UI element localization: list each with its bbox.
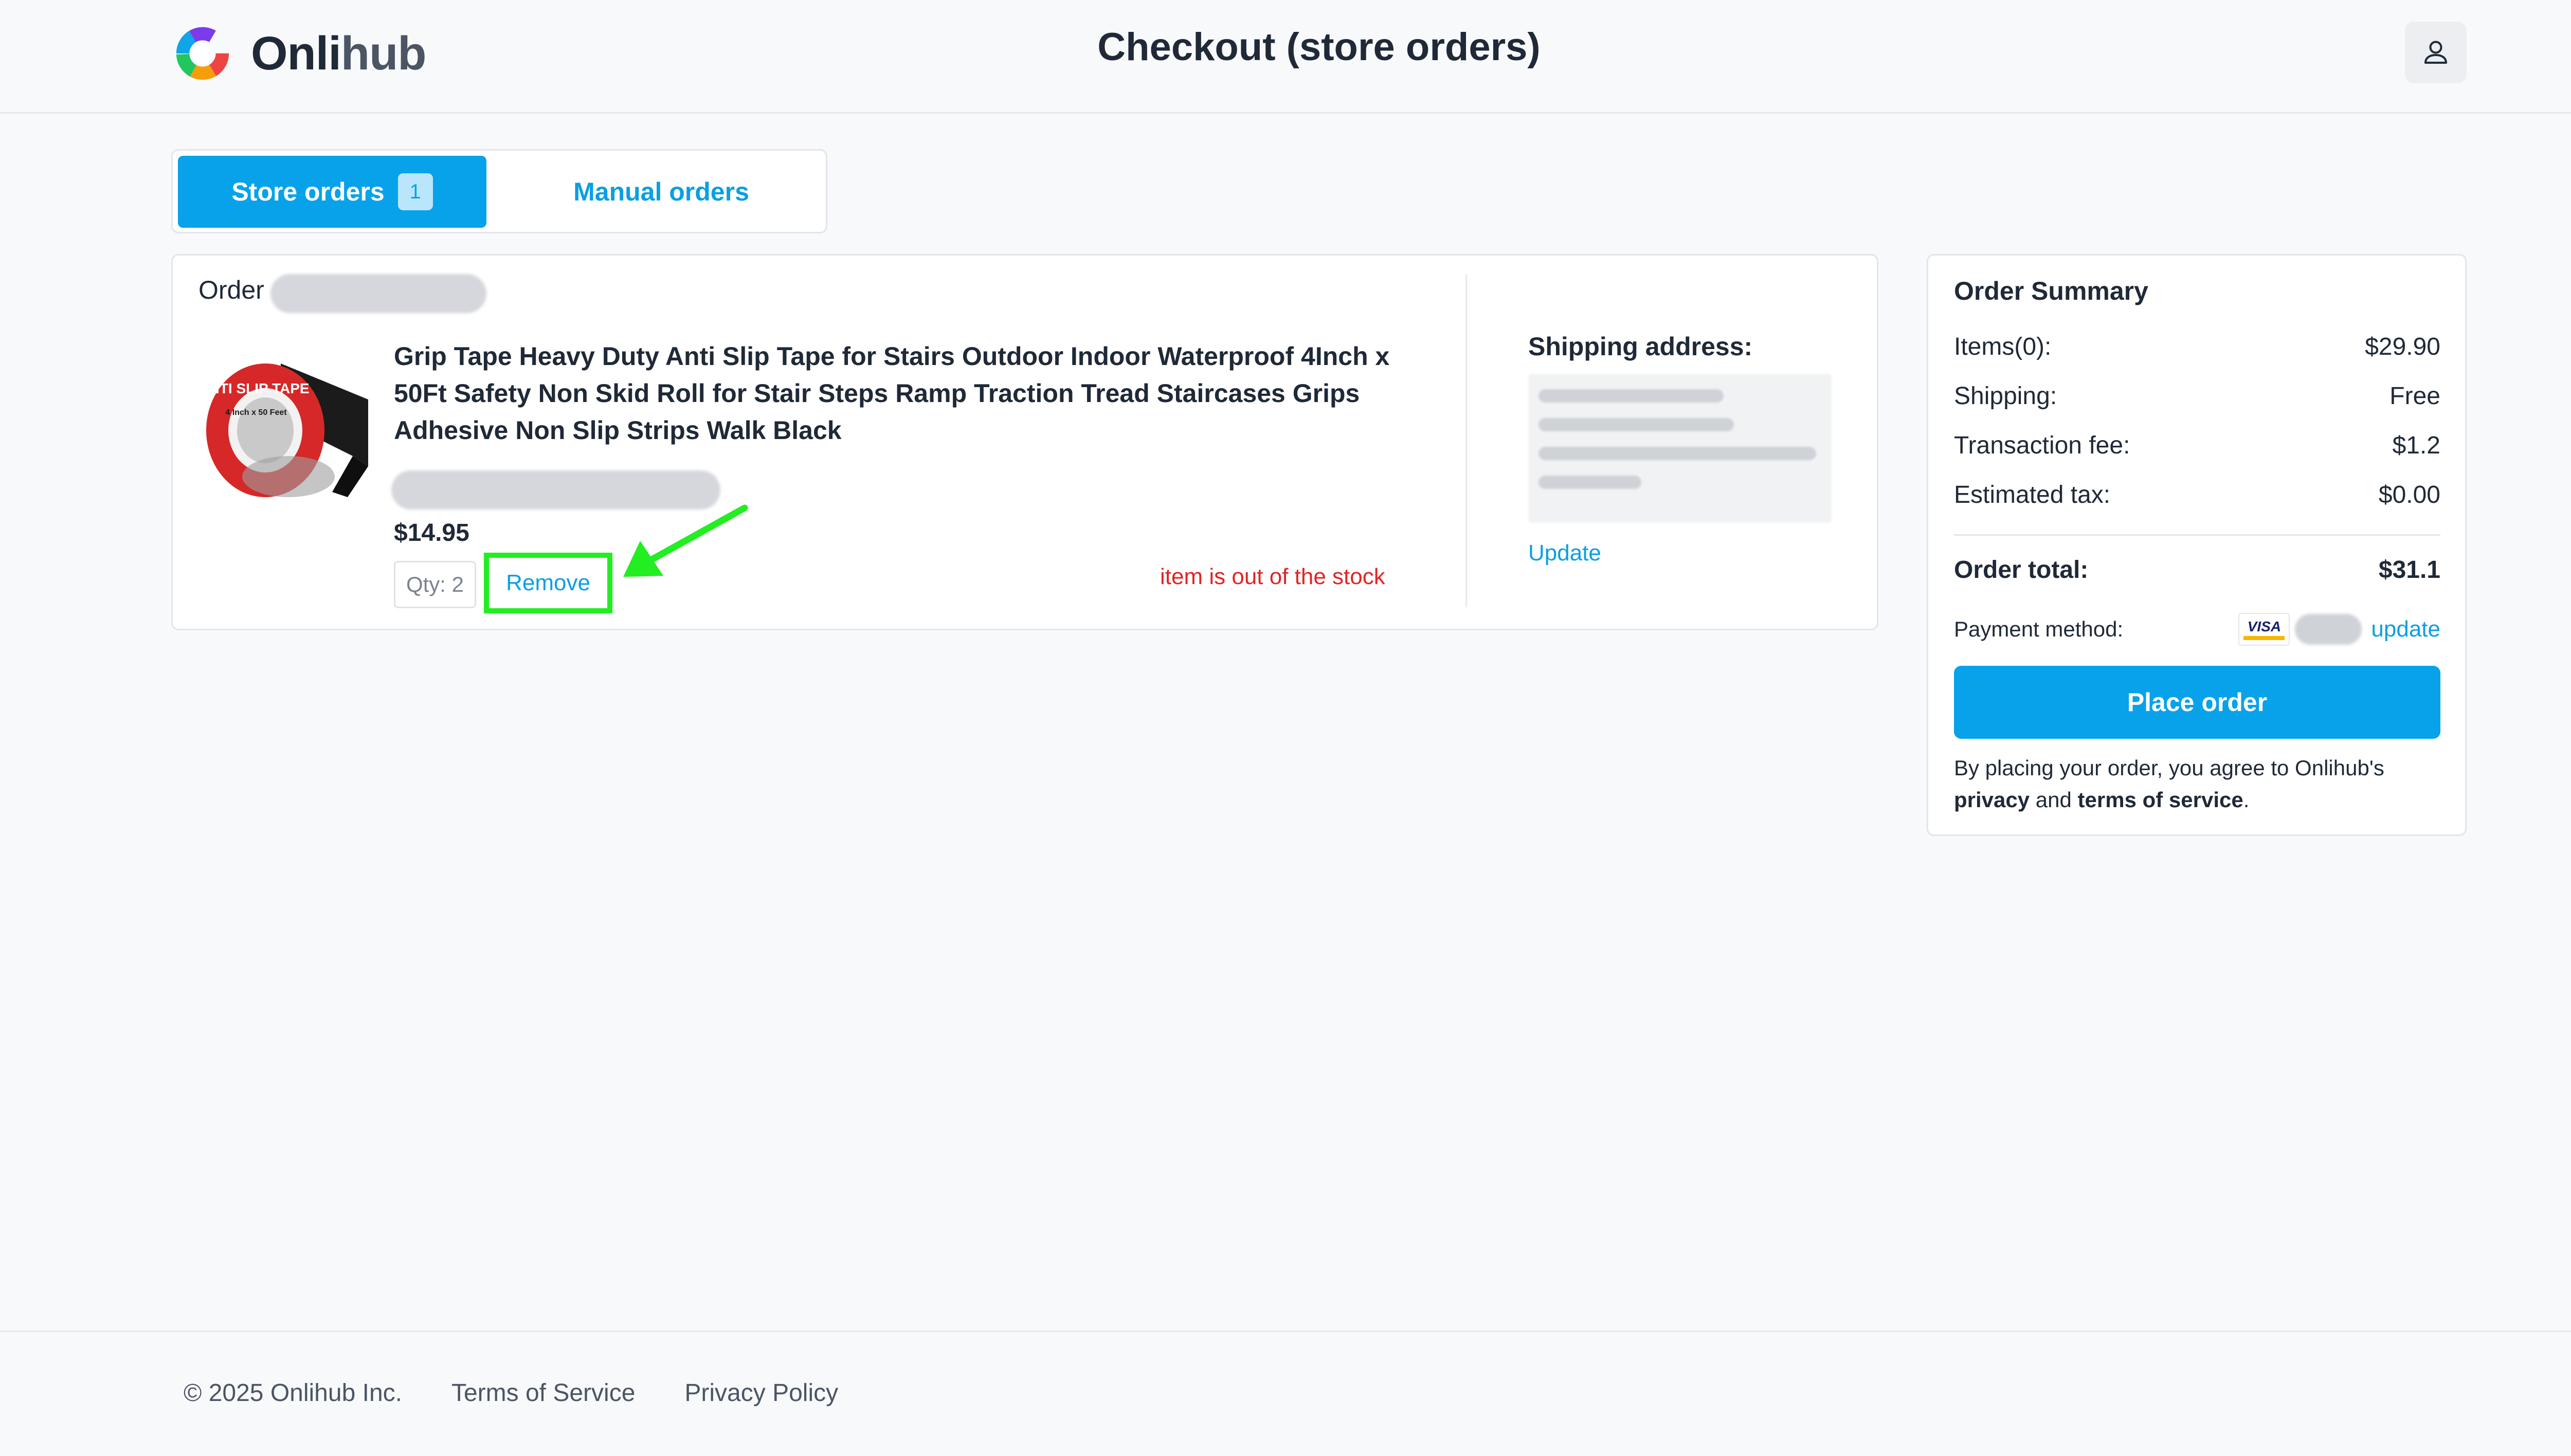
- out-of-stock-message: item is out of the stock: [1160, 564, 1385, 589]
- quantity-field[interactable]: Qty: 2: [394, 561, 476, 608]
- items-value: $29.90: [2365, 333, 2440, 360]
- transaction-fee-value: $1.2: [2392, 432, 2440, 459]
- shipping-row: Shipping: Free: [1954, 382, 2440, 410]
- payment-method-value: VISA update: [2238, 613, 2440, 646]
- account-button[interactable]: [2405, 22, 2467, 83]
- agreement-text: By placing your order, you agree to Onli…: [1954, 752, 2448, 816]
- tab-store-orders[interactable]: Store orders 1: [178, 156, 486, 228]
- product-title[interactable]: Grip Tape Heavy Duty Anti Slip Tape for …: [394, 338, 1402, 449]
- tab-manual-orders[interactable]: Manual orders: [512, 156, 810, 228]
- payment-method-label: Payment method:: [1954, 617, 2124, 641]
- summary-divider: [1954, 534, 2440, 536]
- card-brand: VISA: [2247, 618, 2282, 634]
- payment-method-row: Payment method: VISA update: [1954, 611, 2440, 647]
- order-summary-title: Order Summary: [1954, 277, 2148, 305]
- order-total-label: Order total:: [1954, 556, 2089, 584]
- shipping-address-redacted: [1528, 374, 1832, 523]
- shipping-address-title: Shipping address:: [1528, 332, 1753, 361]
- transaction-fee-row: Transaction fee: $1.2: [1954, 431, 2440, 460]
- annotation-arrow-icon: [623, 504, 748, 577]
- agreement-and: and: [2035, 788, 2072, 812]
- product-price: $14.95: [394, 519, 469, 547]
- transaction-fee-label: Transaction fee:: [1954, 432, 2130, 459]
- page-title: Checkout (store orders): [1097, 25, 1541, 69]
- header: Onlihub Checkout (store orders): [0, 0, 2571, 114]
- order-type-tabs: Store orders 1 Manual orders: [171, 149, 827, 233]
- agreement-period: .: [2243, 788, 2250, 812]
- estimated-tax-label: Estimated tax:: [1954, 481, 2111, 508]
- footer-privacy-link[interactable]: Privacy Policy: [684, 1379, 838, 1407]
- order-card: Order ANTI SLIP TAPE 4 Inch x 50 Feet Gr…: [171, 254, 1878, 630]
- card-number-redacted: [2295, 614, 2362, 645]
- shipping-label: Shipping:: [1954, 383, 2057, 410]
- grip-tape-roll-image: ANTI SLIP TAPE 4 Inch x 50 Feet: [198, 338, 384, 523]
- payment-update-link[interactable]: update: [2371, 616, 2440, 642]
- tab-store-orders-label: Store orders: [231, 177, 385, 206]
- terms-link[interactable]: terms of service: [2078, 788, 2243, 812]
- shipping-update-link[interactable]: Update: [1528, 540, 1601, 566]
- product-image-subtext: 4 Inch x 50 Feet: [225, 408, 287, 417]
- footer: © 2025 Onlihub Inc. Terms of Service Pri…: [184, 1379, 888, 1407]
- order-label: Order: [198, 276, 264, 304]
- order-total-row: Order total: $31.1: [1954, 556, 2440, 584]
- privacy-link[interactable]: privacy: [1954, 788, 2030, 812]
- product-image[interactable]: ANTI SLIP TAPE 4 Inch x 50 Feet: [198, 338, 384, 523]
- card-divider: [1465, 274, 1467, 607]
- footer-copyright: © 2025 Onlihub Inc.: [184, 1379, 402, 1407]
- visa-card-icon: VISA: [2238, 613, 2290, 646]
- estimated-tax-value: $0.00: [2378, 481, 2440, 508]
- items-label: Items(0):: [1954, 333, 2052, 360]
- estimated-tax-row: Estimated tax: $0.00: [1954, 481, 2440, 509]
- shipping-value: Free: [2389, 383, 2440, 410]
- store-orders-count-badge: 1: [397, 173, 433, 210]
- order-id-redacted: [270, 274, 486, 313]
- remove-highlight-box: Remove: [484, 553, 612, 613]
- footer-divider: [0, 1331, 2571, 1332]
- remove-button[interactable]: Remove: [506, 570, 590, 596]
- items-row: Items(0): $29.90: [1954, 333, 2440, 361]
- order-summary-panel: Order Summary Items(0): $29.90 Shipping:…: [1927, 254, 2467, 836]
- footer-terms-link[interactable]: Terms of Service: [451, 1379, 635, 1407]
- user-icon: [2424, 41, 2447, 64]
- agreement-sentence: By placing your order, you agree to Onli…: [1954, 756, 2384, 780]
- place-order-button[interactable]: Place order: [1954, 666, 2440, 739]
- product-image-text: ANTI SLIP TAPE: [198, 380, 309, 396]
- order-total-value: $31.1: [2378, 556, 2440, 584]
